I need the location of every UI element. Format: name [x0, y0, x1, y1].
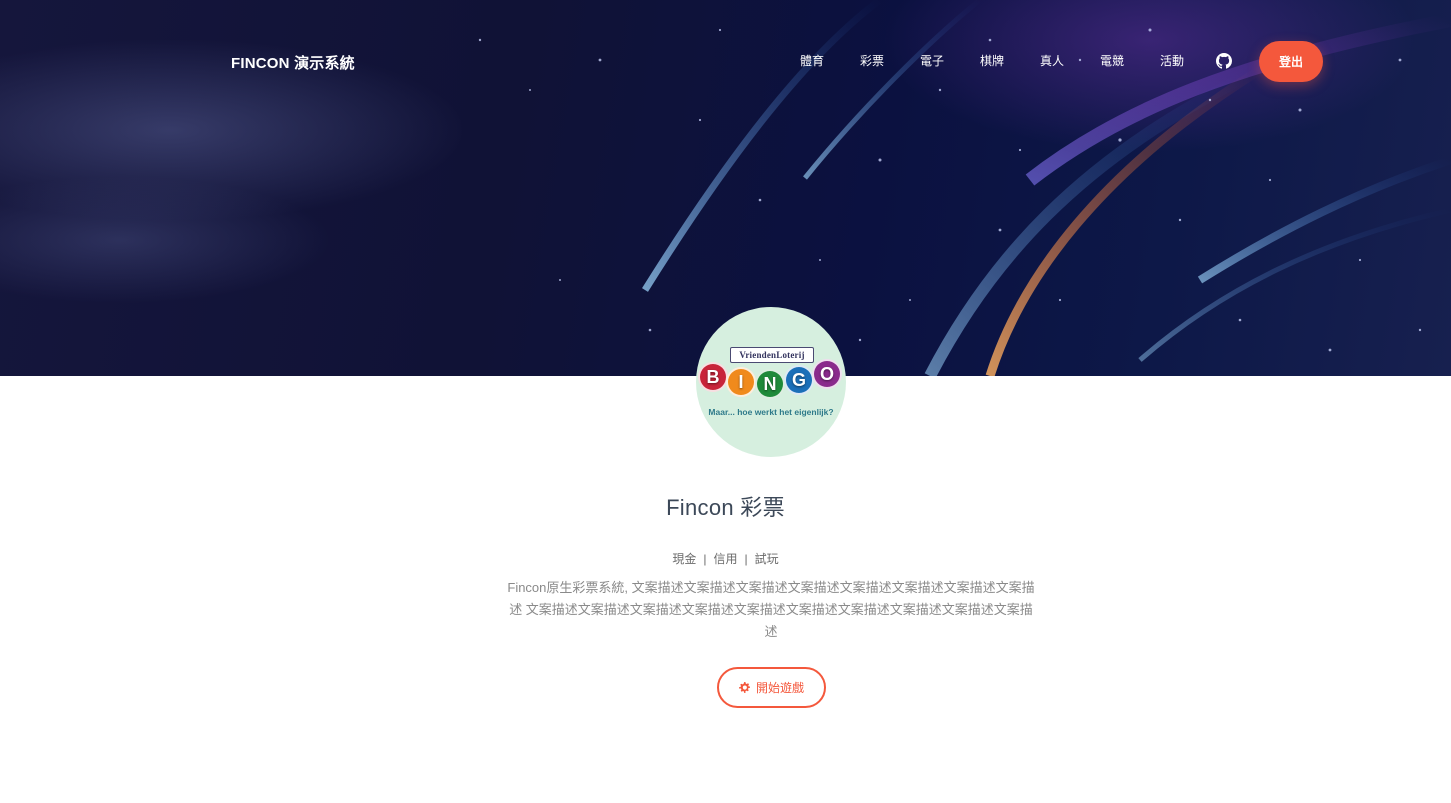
avatar-brand-text: VriendenLoterij [730, 347, 814, 363]
nav-item-esports[interactable]: 電競 [1100, 52, 1124, 69]
start-game-button[interactable]: 開始遊戲 [717, 667, 826, 708]
hero-banner: FINCON 演示系統 體育 彩票 電子 棋牌 真人 電競 活動 登出 [0, 0, 1451, 376]
mode-trial: 試玩 [754, 552, 779, 566]
bingo-ball-i: I [726, 367, 756, 397]
github-icon[interactable] [1216, 53, 1232, 69]
bingo-ball-n: N [755, 369, 785, 399]
bingo-ball-g: G [784, 365, 814, 395]
brand-logo-text[interactable]: FINCON 演示系統 [231, 52, 355, 73]
mode-credit: 信用 [713, 552, 738, 566]
bingo-ball-o: O [812, 359, 842, 389]
top-navbar: FINCON 演示系統 體育 彩票 電子 棋牌 真人 電競 活動 登出 [0, 0, 1451, 122]
start-game-label: 開始遊戲 [755, 681, 804, 695]
game-title: Fincon 彩票 [666, 495, 785, 520]
mode-cash: 現金 [672, 552, 697, 566]
nav-item-live-casino[interactable]: 真人 [1040, 52, 1064, 69]
mode-separator: | [744, 552, 748, 566]
game-avatar-image: VriendenLoterij B I N G O Maar... hoe we… [696, 307, 846, 457]
avatar-subtitle: Maar... hoe werkt het eigenlijk? [708, 407, 834, 417]
nav-item-slots[interactable]: 電子 [920, 52, 944, 69]
bingo-ball-b: B [698, 362, 728, 392]
nav-item-lottery[interactable]: 彩票 [860, 52, 884, 69]
nav-item-promotions[interactable]: 活動 [1160, 52, 1184, 69]
logout-button[interactable]: 登出 [1259, 41, 1323, 82]
nav-item-sports[interactable]: 體育 [800, 52, 824, 69]
nav-item-cards[interactable]: 棋牌 [980, 52, 1004, 69]
game-modes: 現金 | 信用 | 試玩 [0, 550, 1451, 567]
gear-icon [738, 682, 750, 693]
mode-separator: | [703, 552, 707, 566]
game-description: Fincon原生彩票系統, 文案描述文案描述文案描述文案描述文案描述文案描述文案… [507, 580, 1035, 639]
